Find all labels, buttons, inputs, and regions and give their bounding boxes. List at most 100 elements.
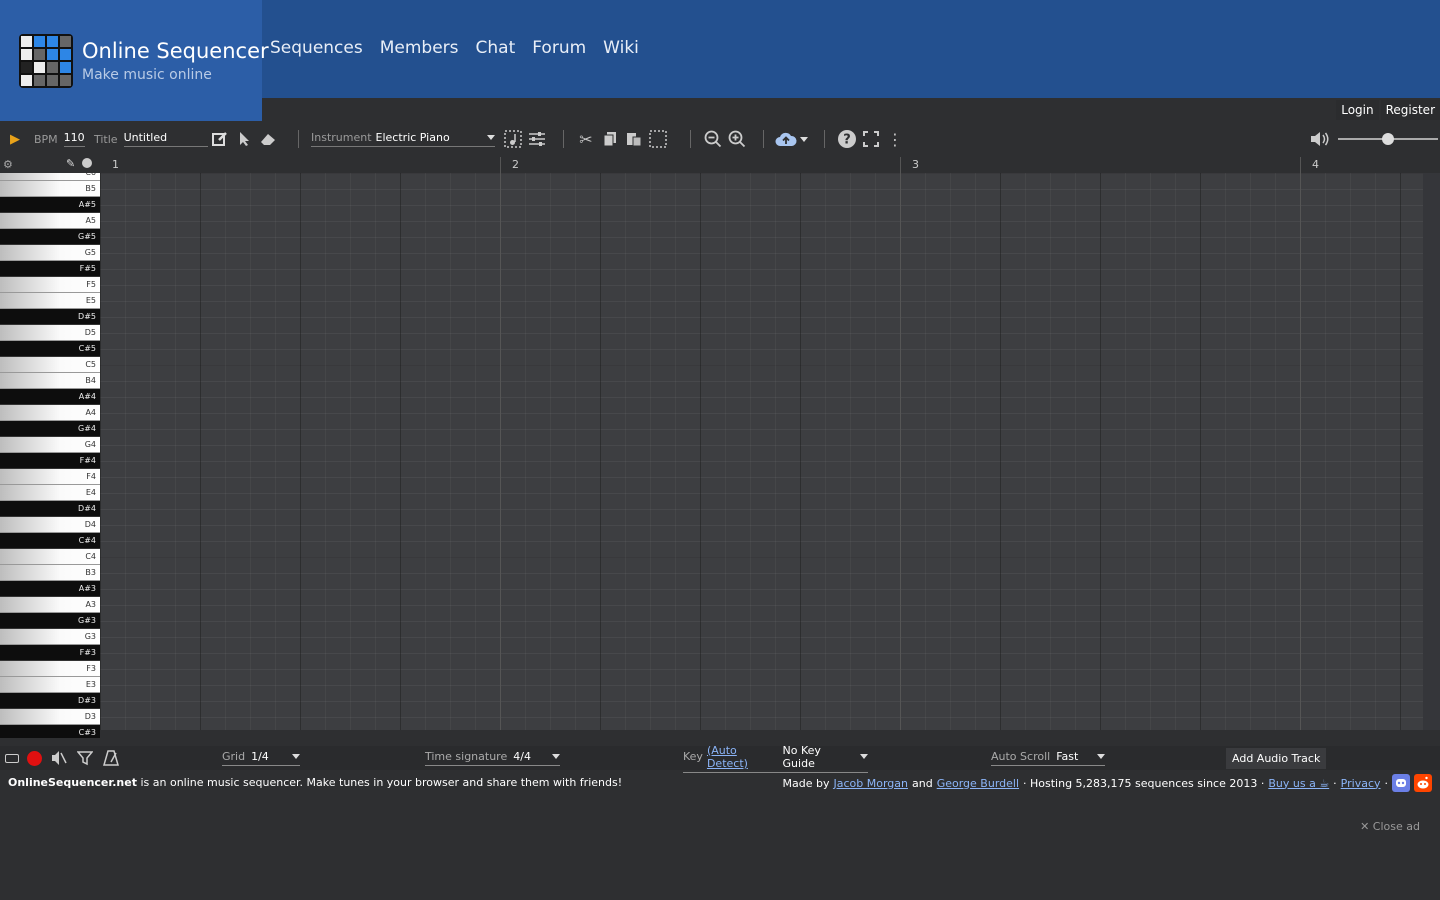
author-link-jacob[interactable]: Jacob Morgan: [834, 777, 909, 790]
author-link-george[interactable]: George Burdell: [937, 777, 1019, 790]
auto-scroll-select[interactable]: Auto Scroll Fast: [991, 750, 1105, 766]
zoom-out-icon[interactable]: [701, 127, 725, 151]
register-link[interactable]: Register: [1380, 100, 1440, 120]
piano-key[interactable]: C#4: [0, 533, 100, 549]
top-header: Online Sequencer Make music online Seque…: [0, 0, 1440, 121]
nav-forum[interactable]: Forum: [532, 38, 586, 58]
piano-key[interactable]: G#4: [0, 421, 100, 437]
time-signature-label: Time signature: [425, 750, 508, 763]
piano-key[interactable]: F#3: [0, 645, 100, 661]
chevron-down-icon[interactable]: [800, 136, 808, 142]
gear-icon[interactable]: ⚙: [3, 158, 13, 171]
record-button[interactable]: [27, 750, 42, 766]
time-signature-value: 4/4: [513, 750, 531, 763]
volume-slider-handle[interactable]: [1382, 133, 1394, 145]
piano-key[interactable]: D3: [0, 709, 100, 725]
time-signature-select[interactable]: Time signature 4/4: [425, 750, 560, 766]
piano-key[interactable]: C#3: [0, 725, 100, 738]
piano-key[interactable]: D#5: [0, 309, 100, 325]
note-grid[interactable]: [100, 173, 1423, 730]
paste-icon[interactable]: [622, 127, 646, 151]
pencil-icon[interactable]: ✎: [66, 157, 75, 170]
piano-key[interactable]: F#4: [0, 453, 100, 469]
bar-divider: [1300, 157, 1301, 730]
piano-key[interactable]: F4: [0, 469, 100, 485]
piano-key[interactable]: E5: [0, 293, 100, 309]
piano-key[interactable]: B3: [0, 565, 100, 581]
piano-key[interactable]: G4: [0, 437, 100, 453]
play-icon[interactable]: ▶: [10, 132, 20, 147]
piano-key[interactable]: A3: [0, 597, 100, 613]
piano-key[interactable]: A#3: [0, 581, 100, 597]
help-icon[interactable]: ?: [835, 127, 859, 151]
select-notes-icon[interactable]: [501, 127, 525, 151]
edit-icon[interactable]: [208, 127, 232, 151]
piano-key[interactable]: G5: [0, 245, 100, 261]
piano-key[interactable]: G3: [0, 629, 100, 645]
dot-separator: ·: [1384, 776, 1389, 790]
piano-key[interactable]: A4: [0, 405, 100, 421]
bpm-input[interactable]: 110: [63, 131, 85, 147]
reddit-icon[interactable]: [1414, 774, 1432, 792]
settings-sliders-icon[interactable]: [525, 127, 549, 151]
nav-sequences[interactable]: Sequences: [270, 38, 363, 58]
piano-key[interactable]: B4: [0, 373, 100, 389]
bar-divider: [500, 157, 501, 730]
grid-value: 1/4: [251, 750, 269, 763]
piano-key[interactable]: D5: [0, 325, 100, 341]
piano-key[interactable]: G#5: [0, 229, 100, 245]
cloud-upload-icon[interactable]: [774, 127, 798, 151]
piano-key[interactable]: E3: [0, 677, 100, 693]
eraser-icon[interactable]: [256, 127, 280, 151]
privacy-link[interactable]: Privacy: [1341, 777, 1381, 790]
piano-key[interactable]: A5: [0, 213, 100, 229]
select-all-icon[interactable]: [646, 127, 670, 151]
pointer-icon[interactable]: [232, 127, 256, 151]
piano-key[interactable]: F5: [0, 277, 100, 293]
metronome-icon[interactable]: [102, 746, 120, 770]
volume-slider[interactable]: [1338, 133, 1438, 145]
fullscreen-icon[interactable]: [859, 127, 883, 151]
piano-key[interactable]: F3: [0, 661, 100, 677]
separator: [690, 130, 691, 148]
piano-key[interactable]: C#5: [0, 341, 100, 357]
metronome-sound-icon[interactable]: [50, 746, 68, 770]
piano-key[interactable]: C6: [0, 173, 100, 181]
piano-key[interactable]: E4: [0, 485, 100, 501]
piano-key[interactable]: G#3: [0, 613, 100, 629]
piano-keyboard[interactable]: C6B5A#5A5G#5G5F#5F5E5D#5D5C#5C5B4A#4A4G#…: [0, 173, 100, 738]
title-input[interactable]: Untitled: [123, 131, 208, 147]
piano-key[interactable]: D4: [0, 517, 100, 533]
add-audio-track-button[interactable]: Add Audio Track: [1226, 747, 1327, 769]
vertical-scrollbar[interactable]: [1423, 173, 1440, 730]
piano-key[interactable]: D#3: [0, 693, 100, 709]
nav-chat[interactable]: Chat: [476, 38, 516, 58]
more-options-icon[interactable]: ⋮: [883, 127, 907, 151]
piano-key[interactable]: A#4: [0, 389, 100, 405]
login-link[interactable]: Login: [1336, 100, 1379, 120]
piano-key[interactable]: D#4: [0, 501, 100, 517]
bpm-label: BPM: [34, 132, 58, 146]
close-ad-button[interactable]: ✕ Close ad: [1360, 820, 1420, 833]
piano-key[interactable]: B5: [0, 181, 100, 197]
zoom-in-icon[interactable]: [725, 127, 749, 151]
piano-key[interactable]: F#5: [0, 261, 100, 277]
filter-icon[interactable]: [76, 746, 94, 770]
discord-icon[interactable]: [1392, 774, 1410, 792]
piano-key[interactable]: C5: [0, 357, 100, 373]
brand[interactable]: Online Sequencer Make music online: [0, 0, 269, 121]
clock-icon[interactable]: [82, 158, 92, 168]
cut-icon[interactable]: ✂: [574, 127, 598, 151]
keyboard-icon[interactable]: [5, 753, 19, 763]
volume-icon[interactable]: [1308, 127, 1332, 151]
buy-us-coffee-link[interactable]: Buy us a ☕: [1268, 777, 1329, 790]
auto-detect-link[interactable]: (Auto Detect): [707, 744, 777, 770]
piano-key[interactable]: A#5: [0, 197, 100, 213]
key-select[interactable]: Key (Auto Detect) No Key Guide: [683, 744, 868, 773]
nav-members[interactable]: Members: [380, 38, 459, 58]
instrument-select[interactable]: Instrument Electric Piano: [311, 131, 495, 147]
copy-icon[interactable]: [598, 127, 622, 151]
nav-wiki[interactable]: Wiki: [603, 38, 639, 58]
piano-key[interactable]: C4: [0, 549, 100, 565]
grid-select[interactable]: Grid 1/4: [222, 750, 300, 766]
